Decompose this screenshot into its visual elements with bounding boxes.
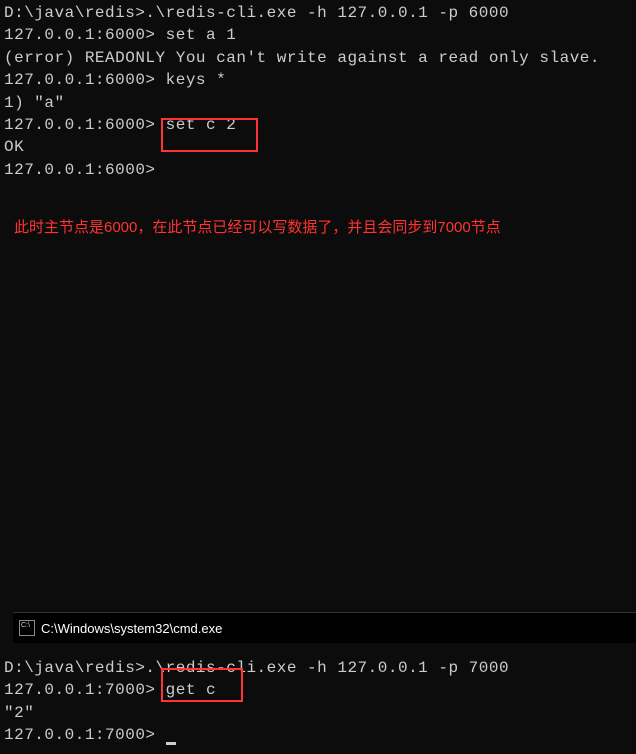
terminal-line: 127.0.0.1:7000> <box>4 724 509 746</box>
titlebar-text: C:\Windows\system32\cmd.exe <box>41 621 222 636</box>
terminal-line: "2" <box>4 702 509 724</box>
annotation-text: 此时主节点是6000，在此节点已经可以写数据了，并且会同步到7000节点 <box>14 216 501 237</box>
highlight-box-get-command <box>161 668 243 702</box>
terminal-line: 127.0.0.1:6000> keys * <box>4 69 632 91</box>
terminal-line: 127.0.0.1:6000> set a 1 <box>4 24 632 46</box>
terminal-window-top[interactable]: D:\java\redis>.\redis-cli.exe -h 127.0.0… <box>0 0 636 572</box>
terminal-line: 1) "a" <box>4 92 632 114</box>
terminal-line: D:\java\redis>.\redis-cli.exe -h 127.0.0… <box>4 2 632 24</box>
terminal-line: 127.0.0.1:7000> get c <box>4 679 509 701</box>
terminal-line: 127.0.0.1:6000> set c 2 <box>4 114 632 136</box>
terminal-line: D:\java\redis>.\redis-cli.exe -h 127.0.0… <box>4 657 509 679</box>
highlight-box-set-command <box>161 118 258 152</box>
terminal-window-bottom[interactable]: D:\java\redis>.\redis-cli.exe -h 127.0.0… <box>4 657 509 747</box>
terminal-line: (error) READONLY You can't write against… <box>4 47 632 69</box>
cmd-icon <box>19 620 35 636</box>
terminal-line: 127.0.0.1:6000> <box>4 159 632 181</box>
cmd-titlebar[interactable]: C:\Windows\system32\cmd.exe <box>13 612 636 643</box>
cursor <box>166 742 176 745</box>
terminal-line: OK <box>4 136 632 158</box>
prompt-text: 127.0.0.1:7000> <box>4 726 166 744</box>
